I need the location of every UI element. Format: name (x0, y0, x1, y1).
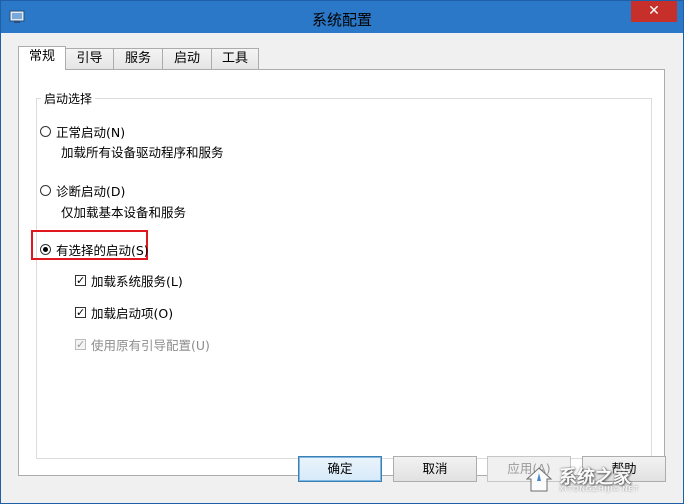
radio-label: 诊断启动(D) (56, 184, 126, 199)
radio-button[interactable] (40, 244, 51, 255)
checkbox-load-system-services[interactable]: ✓ 加载系统服务(L) (75, 271, 183, 290)
radio-button[interactable] (40, 126, 51, 137)
diagnostic-startup-description: 仅加载基本设备和服务 (61, 205, 187, 220)
house-logo-icon (525, 467, 553, 492)
title-bar[interactable]: 系统配置 ✕ (1, 1, 683, 33)
tab-boot[interactable]: 引导 (65, 48, 114, 69)
tab-tools[interactable]: 工具 (211, 48, 259, 69)
tab-general[interactable]: 常规 (18, 46, 66, 70)
system-config-window: 系统配置 ✕ 常规 引导 服务 启动 工具 启动选择 正常启动(N) 加载所有设… (0, 0, 684, 504)
tab-services[interactable]: 服务 (113, 48, 163, 69)
radio-normal-startup[interactable]: 正常启动(N) (40, 122, 125, 141)
close-button[interactable]: ✕ (631, 1, 677, 22)
checkbox: ✓ (75, 338, 86, 351)
radio-diagnostic-startup[interactable]: 诊断启动(D) (40, 181, 125, 200)
radio-label: 有选择的启动(S) (56, 243, 149, 258)
group-legend: 启动选择 (41, 90, 96, 107)
checkbox[interactable]: ✓ (75, 307, 86, 318)
radio-selective-startup[interactable]: 有选择的启动(S) (40, 240, 149, 259)
cancel-button[interactable]: 取消 (393, 456, 477, 482)
tab-startup[interactable]: 启动 (162, 48, 212, 69)
radio-button[interactable] (40, 185, 51, 196)
close-icon: ✕ (648, 3, 660, 19)
radio-label: 正常启动(N) (56, 125, 126, 140)
checkbox-label: 使用原有引导配置(U) (91, 338, 210, 353)
site-watermark: 系统之家 XITONGZHIJIA.NET (523, 461, 673, 497)
checkbox-load-startup-items[interactable]: ✓ 加载启动项(O) (75, 303, 173, 322)
window-title: 系统配置 (311, 11, 372, 29)
normal-startup-description: 加载所有设备驱动程序和服务 (61, 145, 224, 160)
dialog-client-area: 常规 引导 服务 启动 工具 启动选择 正常启动(N) 加载所有设备驱动程序和服… (8, 33, 676, 497)
watermark-subtext: XITONGZHIJIA.NET (559, 485, 640, 493)
checkbox-label: 加载启动项(O) (91, 306, 174, 321)
checkbox-label: 加载系统服务(L) (91, 274, 183, 289)
ok-button[interactable]: 确定 (298, 456, 382, 482)
checkbox-use-original-boot-config: ✓ 使用原有引导配置(U) (75, 335, 210, 354)
checkbox[interactable]: ✓ (75, 275, 86, 286)
general-tab-panel: 启动选择 正常启动(N) 加载所有设备驱动程序和服务 诊断启动(D) 仅加载基本… (18, 69, 665, 476)
